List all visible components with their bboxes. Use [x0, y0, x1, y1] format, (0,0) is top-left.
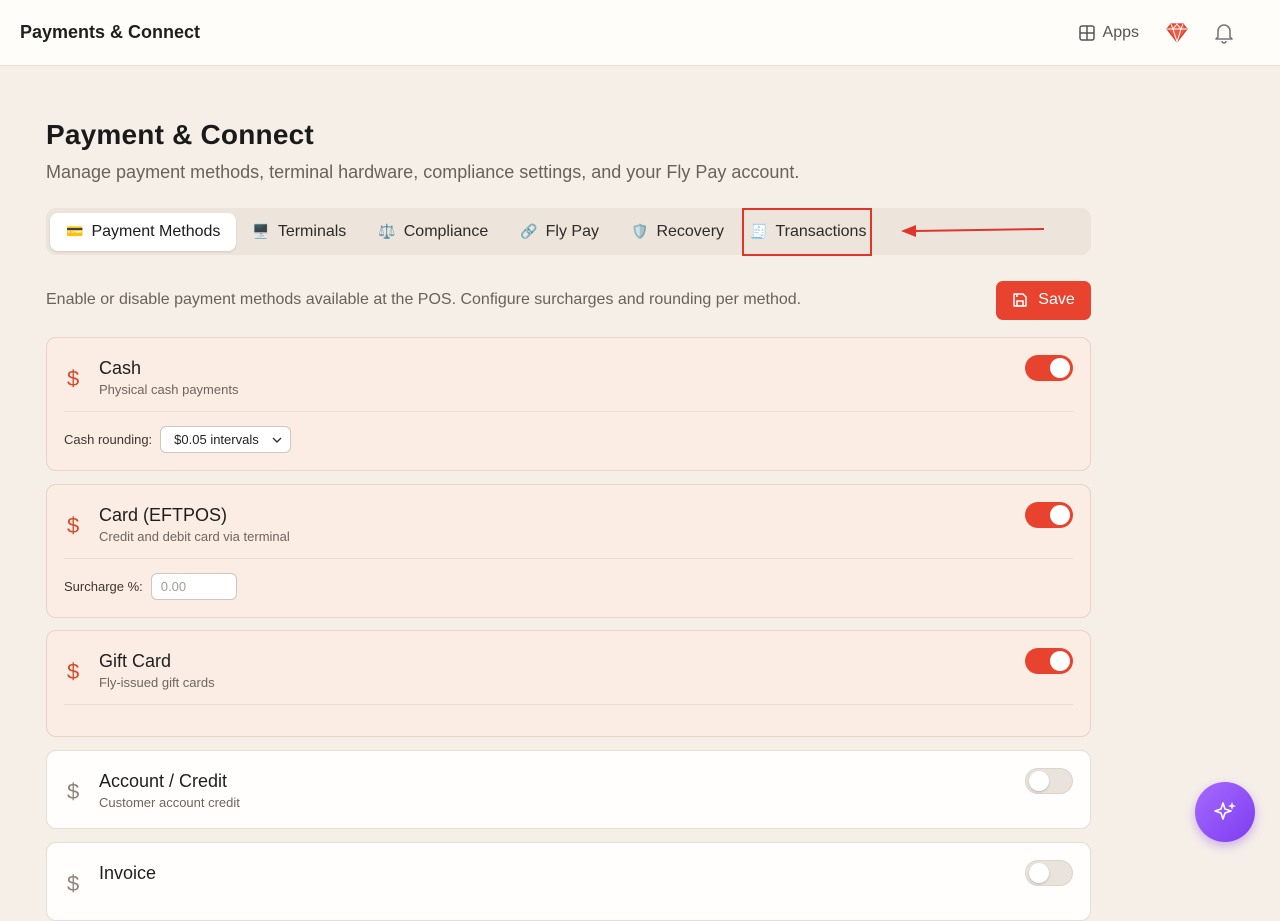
page-title: Payment & Connect: [46, 119, 314, 150]
payment-method-invoice: $ Invoice: [46, 842, 1091, 921]
surcharge-input[interactable]: [150, 573, 237, 600]
cash-rounding-label: Cash rounding:: [64, 432, 153, 447]
monitor-icon: 🖥️: [252, 223, 270, 239]
notifications-button[interactable]: [1212, 21, 1236, 45]
save-button[interactable]: Save: [996, 280, 1091, 320]
toggle-knob: [1050, 358, 1070, 378]
cash-rounding-value: $0.05 intervals: [174, 432, 259, 447]
payment-method-gift-card: $ Gift Card Fly-issued gift cards: [46, 630, 1091, 737]
apps-label: Apps: [1102, 23, 1139, 41]
page-subtitle: Manage payment methods, terminal hardwar…: [46, 162, 800, 182]
grid-icon: [1078, 24, 1095, 41]
account-credit-toggle[interactable]: [1025, 768, 1073, 794]
invoice-toggle[interactable]: [1025, 860, 1073, 886]
sparkles-icon: [1214, 802, 1236, 820]
intro-row: Enable or disable payment methods availa…: [46, 280, 1091, 320]
dollar-sign-icon: $: [67, 366, 80, 391]
tab-label: Compliance: [403, 222, 489, 240]
scales-icon: ⚖️: [378, 223, 396, 239]
tab-fly-pay[interactable]: 🔗 Fly Pay: [504, 213, 615, 251]
surcharge-row: Surcharge %:: [64, 573, 237, 600]
highlight-box: 🧾 Transactions: [742, 207, 873, 256]
payment-method-account-credit: $ Account / Credit Customer account cred…: [46, 750, 1091, 829]
card-header: $ Gift Card Fly-issued gift cards: [47, 631, 1090, 705]
gift-card-toggle[interactable]: [1025, 648, 1073, 674]
toggle-knob: [1050, 651, 1070, 671]
toggle-knob: [1050, 505, 1070, 525]
credit-card-icon: 💳: [66, 223, 84, 239]
tab-label: Recovery: [656, 222, 725, 240]
cash-toggle[interactable]: [1025, 355, 1073, 381]
tab-label: Payment Methods: [91, 222, 221, 240]
method-name: Invoice: [99, 863, 157, 883]
tab-label: Fly Pay: [545, 222, 599, 240]
dollar-sign-icon: $: [67, 513, 80, 538]
gem-icon: [1166, 22, 1188, 43]
card-header: $ Card (EFTPOS) Credit and debit card vi…: [47, 485, 1090, 559]
top-bar: Payments & Connect Apps: [0, 0, 1280, 66]
link-icon: 🔗: [520, 223, 538, 239]
intro-text: Enable or disable payment methods availa…: [46, 291, 802, 308]
method-description: Fly-issued gift cards: [99, 675, 215, 690]
card-eftpos-toggle[interactable]: [1025, 502, 1073, 528]
shield-icon: 🛡️: [631, 223, 649, 239]
method-name: Card (EFTPOS): [99, 505, 228, 525]
payment-method-card-eftpos: $ Card (EFTPOS) Credit and debit card vi…: [46, 484, 1091, 618]
tab-payment-methods[interactable]: 💳 Payment Methods: [50, 212, 237, 251]
cash-rounding-select[interactable]: $0.05 intervals: [160, 426, 292, 453]
receipt-icon: 🧾: [750, 223, 768, 239]
divider: [64, 704, 1073, 705]
top-bar-actions: Apps: [1078, 21, 1260, 45]
dollar-sign-icon: $: [67, 779, 80, 804]
save-label: Save: [1038, 291, 1075, 308]
cash-rounding-row: Cash rounding: $0.05 intervals: [64, 426, 292, 453]
dollar-sign-icon: $: [67, 659, 80, 684]
tab-label: Transactions: [775, 222, 867, 240]
bell-icon: [1215, 23, 1233, 44]
tab-transactions[interactable]: 🧾 Transactions: [744, 213, 870, 251]
toggle-knob: [1029, 863, 1049, 883]
method-name: Account / Credit: [99, 771, 228, 791]
method-name: Gift Card: [99, 651, 172, 671]
card-header: $ Cash Physical cash payments: [47, 338, 1090, 412]
card-header: $ Account / Credit Customer account cred…: [47, 751, 1090, 825]
gem-button[interactable]: [1165, 21, 1189, 45]
method-name: Cash: [99, 358, 142, 378]
tab-compliance[interactable]: ⚖️ Compliance: [362, 213, 504, 251]
method-description: Physical cash payments: [99, 382, 239, 397]
dollar-sign-icon: $: [67, 871, 80, 896]
tab-recovery[interactable]: 🛡️ Recovery: [615, 213, 740, 251]
method-description: Credit and debit card via terminal: [99, 529, 290, 544]
tab-terminals[interactable]: 🖥️ Terminals: [236, 213, 362, 251]
apps-button[interactable]: Apps: [1078, 23, 1139, 42]
annotation-arrow-icon: [901, 225, 1045, 237]
tab-label: Terminals: [277, 222, 347, 240]
main-content: Payment & Connect Manage payment methods…: [46, 66, 1091, 921]
chevron-down-icon: [272, 437, 282, 443]
divider: [64, 411, 1073, 412]
floppy-disk-icon: [1013, 293, 1028, 307]
toggle-knob: [1029, 771, 1049, 791]
payment-method-cash: $ Cash Physical cash payments Cash round…: [46, 337, 1091, 471]
app-title: Payments & Connect: [20, 22, 201, 42]
surcharge-label: Surcharge %:: [64, 579, 143, 594]
method-description: Customer account credit: [99, 795, 240, 810]
ai-assistant-button[interactable]: [1195, 782, 1255, 842]
card-header: $ Invoice: [47, 843, 1090, 917]
divider: [64, 558, 1073, 559]
